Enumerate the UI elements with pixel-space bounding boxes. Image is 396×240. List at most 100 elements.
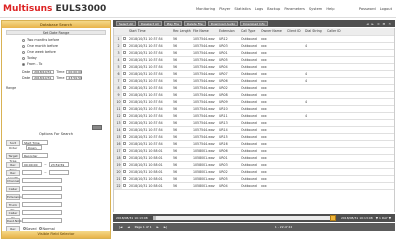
download-info-button[interactable]: Download Info [240, 21, 268, 26]
col-rec-length[interactable]: Rec Length [172, 28, 192, 36]
table-row[interactable]: 16 2018/10/31 10:37:54 56 1057544.wav UR16 Ou… [114, 140, 394, 148]
channel-input[interactable] [22, 178, 62, 183]
nav-backup[interactable]: Backup [267, 7, 280, 11]
checkbox-icon[interactable] [123, 184, 126, 187]
next-icon[interactable]: ► [372, 22, 374, 26]
select-all-button[interactable]: Select All [116, 21, 136, 26]
checkbox-icon[interactable] [123, 51, 126, 54]
logout-link[interactable]: Logout [380, 7, 392, 11]
from-date-input[interactable]: 2018/10/31 [32, 70, 55, 74]
caller-id-input[interactable] [22, 210, 62, 215]
radio-circle-icon[interactable] [22, 62, 25, 66]
radio-circle-icon[interactable] [22, 38, 25, 42]
table-row[interactable]: 11 2018/10/31 10:37:54 56 1057544.wav UR10 Ou… [114, 105, 394, 113]
slider-thumb[interactable] [329, 215, 336, 221]
delete-file-button[interactable]: Delete File [183, 21, 206, 26]
nav-player[interactable]: Player [219, 7, 230, 11]
checkbox-icon[interactable] [123, 142, 126, 145]
table-row[interactable]: 4 2018/10/31 10:37:54 56 1057544.wav UR05 Out… [114, 56, 394, 64]
from-time-input[interactable]: 00:00:00 [66, 70, 83, 74]
checkbox-icon[interactable] [123, 121, 126, 124]
checkbox-icon[interactable] [123, 135, 126, 138]
checkbox-icon[interactable] [123, 149, 126, 152]
col-start-time[interactable]: Start Time [128, 28, 172, 36]
trunk-input[interactable] [22, 202, 62, 207]
table-row[interactable]: 15 2018/10/31 10:37:54 56 1057544.wav UR15 Ou… [114, 133, 394, 141]
radio-from-to[interactable]: From - To [22, 61, 110, 67]
checkbox-icon[interactable] [123, 93, 126, 96]
sort-direction-select[interactable]: Down [26, 145, 42, 150]
checkbox-icon[interactable] [123, 79, 126, 82]
checkbox-icon[interactable] [123, 156, 126, 159]
to-date-input[interactable]: 2018/10/31 [32, 76, 55, 80]
checkbox-icon[interactable] [123, 177, 126, 180]
table-row[interactable]: 9 2018/10/31 10:37:54 56 1057544.wav UR08 Out… [114, 91, 394, 99]
checkbox-icon[interactable] [123, 100, 126, 103]
table-row[interactable]: 20 2018/10/31 10:58:01 56 1058001.wav UR02 Ou… [114, 168, 394, 176]
checkbox-icon[interactable] [123, 128, 126, 131]
table-row[interactable]: 12 2018/10/31 10:37:54 56 1057544.wav UR11 Ou… [114, 112, 394, 120]
col-owner-name[interactable]: Owner Name [260, 28, 286, 36]
table-row[interactable]: 8 2018/10/31 10:37:54 56 1057544.wav UR02 Out… [114, 84, 394, 92]
col-extension[interactable]: Extension [218, 28, 240, 36]
visible-field-selector[interactable]: Visible Field Selector [2, 231, 110, 238]
table-row[interactable]: 5 2018/10/31 10:37:54 56 1057544.wav UR04 Out… [114, 63, 394, 71]
table-row[interactable]: 17 2018/10/31 10:58:01 56 1058001.wav UR06 Ou… [114, 147, 394, 155]
search-submit-button[interactable] [92, 125, 102, 130]
checkbox-icon[interactable] [123, 86, 126, 89]
checkbox-icon[interactable] [123, 114, 126, 117]
checkbox-icon[interactable] [123, 107, 126, 110]
nav-parameters[interactable]: Parameters [284, 7, 305, 11]
table-row[interactable]: 3 2018/10/31 10:37:54 56 1057544.wav UR01 Out… [114, 49, 394, 57]
close-icon[interactable]: ✕ [388, 22, 391, 26]
grid-icon[interactable]: ⊞ [383, 22, 386, 26]
nav-monitoring[interactable]: Monitoring [196, 7, 215, 11]
nav-help[interactable]: Help [326, 7, 334, 11]
rec-time-to-input[interactable]: 23:59:59 [48, 162, 69, 167]
caller-input[interactable] [22, 186, 62, 191]
table-row[interactable]: 21 2018/10/31 10:58:01 56 1058001.wav UR05 Ou… [114, 175, 394, 183]
rec-length-to-input[interactable] [48, 170, 69, 175]
checkbox-icon[interactable] [123, 44, 126, 47]
table-row[interactable]: 7 2018/10/31 10:37:54 56 1057544.wav UR06 Out… [114, 77, 394, 85]
col-dial-string[interactable]: Dial String [304, 28, 326, 36]
radio-circle-icon[interactable] [22, 50, 25, 54]
checkbox-icon[interactable] [123, 163, 126, 166]
table-row[interactable]: 2 2018/10/31 10:37:54 56 1057544.wav UR03 Out… [114, 42, 394, 50]
last-page-icon[interactable]: ►| [164, 225, 167, 229]
col-file-name[interactable]: File Name [192, 28, 218, 36]
prev-page-icon[interactable]: ◄ [127, 225, 129, 229]
extension-input[interactable] [22, 194, 62, 199]
zoom-select[interactable]: ▼ 1 DAY ▼ [376, 216, 395, 220]
col-client-id[interactable]: Client ID [286, 28, 304, 36]
radio-circle-icon[interactable] [22, 44, 25, 48]
to-time-input[interactable]: 23:59:59 [66, 76, 83, 80]
time-slider[interactable] [152, 215, 336, 221]
checkbox-icon[interactable] [123, 72, 126, 75]
checkbox-icon[interactable] [123, 65, 126, 68]
table-row[interactable]: 6 2018/10/31 10:37:54 56 1057544.wav UR07 Out… [114, 70, 394, 78]
checkbox-icon[interactable] [123, 170, 126, 173]
rec-time-from-input[interactable]: 00:00:00 [22, 162, 42, 167]
table-row[interactable]: 13 2018/10/31 10:37:54 56 1057544.wav UR13 Ou… [114, 119, 394, 127]
first-page-icon[interactable]: |◄ [119, 225, 122, 229]
col-call-type[interactable]: Call Type [240, 28, 260, 36]
list-icon[interactable]: ≡ [377, 22, 380, 26]
next-page-icon[interactable]: ► [156, 225, 158, 229]
checkbox-icon[interactable] [123, 58, 126, 61]
rec-length-from-input[interactable] [22, 170, 42, 175]
table-row[interactable]: 10 2018/10/31 10:37:54 56 1057544.wav UR09 Ou… [114, 98, 394, 106]
radio-circle-icon[interactable] [22, 56, 25, 60]
dest-number-input[interactable] [22, 218, 62, 223]
prev-icon[interactable]: ◄ [366, 22, 368, 26]
target-type-select[interactable]: Recorder [22, 153, 48, 158]
table-row[interactable]: 19 2018/10/31 10:58:01 56 1058001.wav UR03 Ou… [114, 161, 394, 169]
table-row[interactable]: 22 2018/10/31 10:58:01 56 1058001.wav UR04 Ou… [114, 182, 394, 190]
table-row[interactable]: 14 2018/10/31 10:37:54 56 1057544.wav UR14 Ou… [114, 126, 394, 134]
download-audio-button[interactable]: Download Audio [207, 21, 239, 26]
checkbox-icon[interactable] [123, 37, 126, 40]
deselect-all-button[interactable]: Deselect All [137, 21, 162, 26]
nav-system[interactable]: System [309, 7, 322, 11]
table-row[interactable]: 1 2018/10/31 10:37:54 56 1057544.wav UR12 Out… [114, 35, 394, 43]
nav-statistics[interactable]: Statistics [234, 7, 250, 11]
